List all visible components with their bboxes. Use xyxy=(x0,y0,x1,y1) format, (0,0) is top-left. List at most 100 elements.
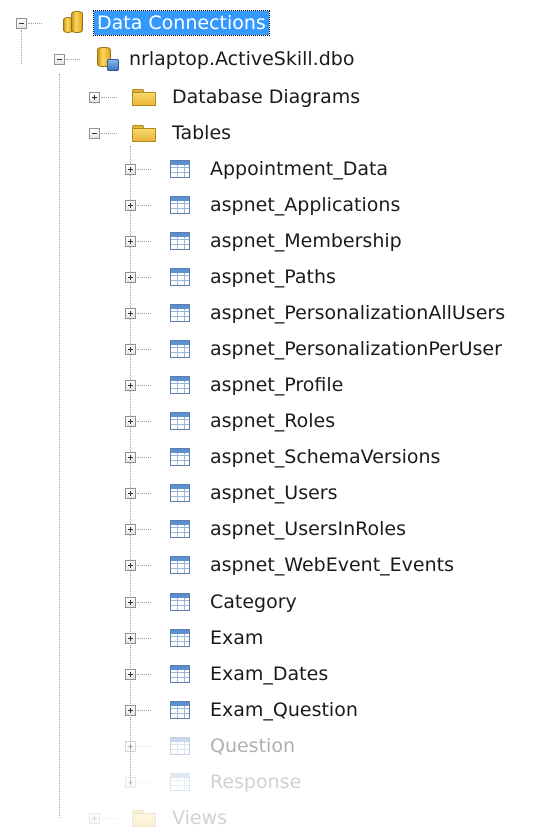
tree-node-label: Database Diagrams xyxy=(172,86,361,108)
tree-node-database-diagrams[interactable]: Database Diagrams xyxy=(0,79,537,115)
table-icon xyxy=(170,773,190,791)
tree-node-label: aspnet_Profile xyxy=(210,374,344,396)
tree-connector xyxy=(66,59,80,60)
tree-node-table[interactable]: aspnet_Membership xyxy=(0,223,537,259)
tree-connector xyxy=(137,565,151,566)
tree-node-table[interactable]: aspnet_Users xyxy=(0,475,537,511)
tree-connector xyxy=(137,746,151,747)
tree-connector xyxy=(137,349,151,350)
expand-toggle[interactable] xyxy=(125,344,136,355)
tree-connector xyxy=(137,241,151,242)
table-icon xyxy=(170,593,190,611)
tree-node-label: Question xyxy=(210,735,295,757)
server-explorer-tree: Data Connections nrlaptop.ActiveSkill.db… xyxy=(0,0,537,834)
tree-node-table[interactable]: aspnet_PersonalizationPerUser xyxy=(0,331,537,367)
tree-node-label: Data Connections xyxy=(93,10,270,36)
tree-node-label: aspnet_PersonalizationAllUsers xyxy=(210,302,506,324)
expand-toggle[interactable] xyxy=(89,92,100,103)
tree-node-table[interactable]: Exam xyxy=(0,620,537,656)
tree-node-table[interactable]: Exam_Question xyxy=(0,692,537,728)
table-icon xyxy=(170,196,190,214)
tree-node-label: aspnet_UsersInRoles xyxy=(210,518,406,540)
tree-node-label: Exam_Question xyxy=(210,699,358,721)
expand-toggle[interactable] xyxy=(125,236,136,247)
expand-toggle[interactable] xyxy=(125,308,136,319)
table-icon xyxy=(170,160,190,178)
tree-node-table[interactable]: aspnet_Roles xyxy=(0,403,537,439)
tree-connector xyxy=(137,205,151,206)
table-icon xyxy=(170,232,190,250)
tree-node-tables[interactable]: Tables xyxy=(0,115,537,151)
expand-toggle[interactable] xyxy=(125,164,136,175)
expand-toggle[interactable] xyxy=(125,669,136,680)
tree-node-table[interactable]: Appointment_Data xyxy=(0,151,537,187)
expand-toggle[interactable] xyxy=(125,488,136,499)
expand-toggle[interactable] xyxy=(125,705,136,716)
tree-node-views[interactable]: Views xyxy=(0,800,537,834)
tree-node-table[interactable]: Exam_Dates xyxy=(0,656,537,692)
collapse-toggle[interactable] xyxy=(16,18,27,29)
table-icon xyxy=(170,268,190,286)
tree-node-label: Response xyxy=(210,771,302,793)
tree-connector xyxy=(137,169,151,170)
tree-connector xyxy=(137,674,151,675)
table-icon xyxy=(170,701,190,719)
expand-toggle[interactable] xyxy=(125,272,136,283)
expand-toggle[interactable] xyxy=(125,452,136,463)
tree-node-label: Exam_Dates xyxy=(210,663,329,685)
tree-node-label: nrlaptop.ActiveSkill.dbo xyxy=(129,48,355,70)
tree-connector xyxy=(137,313,151,314)
collapse-toggle[interactable] xyxy=(89,128,100,139)
tree-node-table[interactable]: aspnet_PersonalizationAllUsers xyxy=(0,295,537,331)
expand-toggle[interactable] xyxy=(125,200,136,211)
tree-connector xyxy=(137,385,151,386)
tree-connector xyxy=(137,602,151,603)
table-icon xyxy=(170,412,190,430)
expand-toggle[interactable] xyxy=(89,813,100,824)
tree-node-data-connections[interactable]: Data Connections xyxy=(0,5,537,41)
tree-node-label: Appointment_Data xyxy=(210,158,389,180)
tree-node-label: Tables xyxy=(172,122,232,144)
expand-toggle[interactable] xyxy=(125,777,136,788)
tree-node-table[interactable]: aspnet_Applications xyxy=(0,187,537,223)
expand-toggle[interactable] xyxy=(125,560,136,571)
tree-node-table[interactable]: aspnet_WebEvent_Events xyxy=(0,547,537,583)
tree-node-label: Category xyxy=(210,591,297,613)
expand-toggle[interactable] xyxy=(125,380,136,391)
tree-node-label: aspnet_Paths xyxy=(210,266,336,288)
tree-connector xyxy=(137,457,151,458)
expand-toggle[interactable] xyxy=(125,597,136,608)
tree-connector xyxy=(137,710,151,711)
tree-node-table[interactable]: Response xyxy=(0,764,537,800)
tree-node-table[interactable]: Question xyxy=(0,728,537,764)
tree-node-table[interactable]: aspnet_Profile xyxy=(0,367,537,403)
tree-node-table[interactable]: Category xyxy=(0,584,537,620)
folder-icon xyxy=(132,810,156,827)
tree-node-table[interactable]: aspnet_UsersInRoles xyxy=(0,511,537,547)
tree-connector xyxy=(137,638,151,639)
tree-connector xyxy=(137,493,151,494)
tree-node-label: aspnet_Roles xyxy=(210,410,336,432)
tree-node-label: aspnet_Membership xyxy=(210,230,402,252)
tree-node-table[interactable]: aspnet_SchemaVersions xyxy=(0,439,537,475)
folder-icon xyxy=(132,89,156,106)
tree-node-label: Views xyxy=(172,807,227,829)
expand-toggle[interactable] xyxy=(125,741,136,752)
tree-connector xyxy=(137,782,151,783)
expand-toggle[interactable] xyxy=(125,524,136,535)
tree-connector xyxy=(137,529,151,530)
table-icon xyxy=(170,520,190,538)
database-connection-icon xyxy=(97,47,119,71)
tree-node-table[interactable]: aspnet_Paths xyxy=(0,259,537,295)
expand-toggle[interactable] xyxy=(125,633,136,644)
folder-icon xyxy=(132,125,156,142)
tree-node-label: aspnet_SchemaVersions xyxy=(210,446,441,468)
tree-node-label: aspnet_Users xyxy=(210,482,338,504)
table-icon xyxy=(170,304,190,322)
tree-node-connection[interactable]: nrlaptop.ActiveSkill.dbo xyxy=(0,41,537,77)
expand-toggle[interactable] xyxy=(125,416,136,427)
tree-connector xyxy=(101,818,117,819)
collapse-toggle[interactable] xyxy=(54,54,65,65)
table-icon xyxy=(170,484,190,502)
table-icon xyxy=(170,665,190,683)
